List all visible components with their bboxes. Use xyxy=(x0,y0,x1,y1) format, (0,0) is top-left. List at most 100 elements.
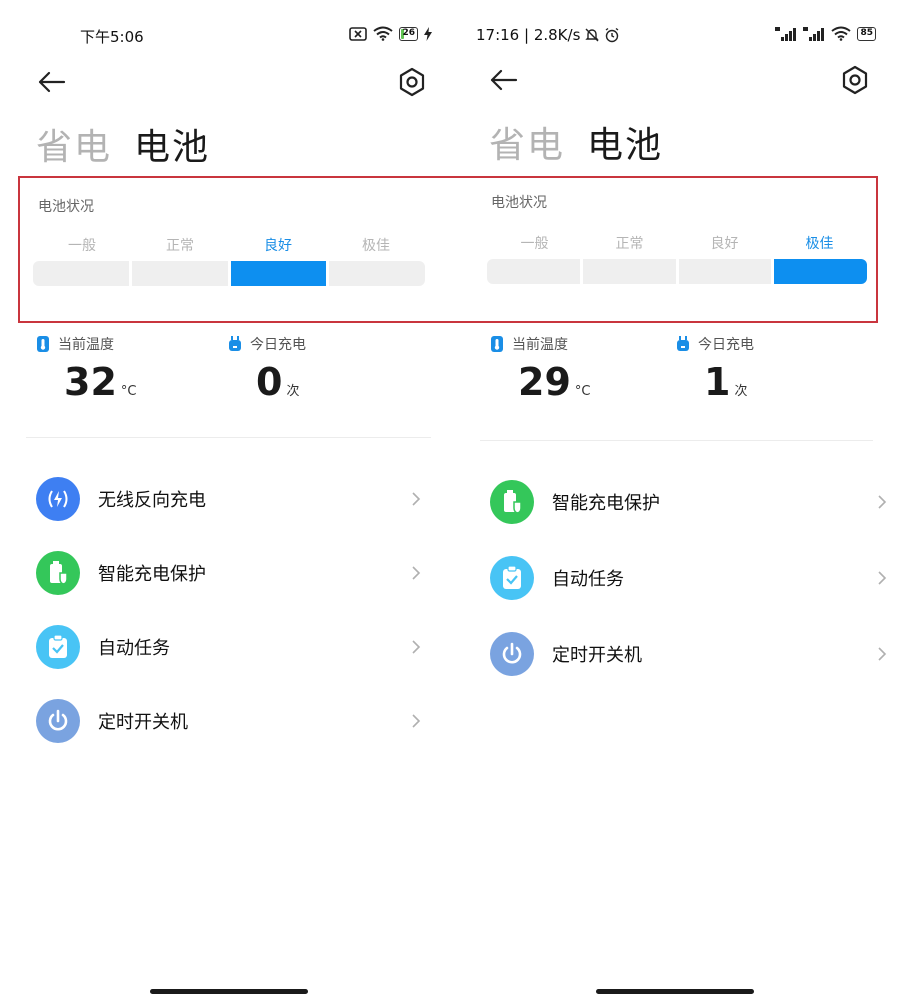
signal-hd-icon xyxy=(803,26,825,41)
bell-muted-icon xyxy=(585,28,600,42)
list-item-label: 智能充电保护 xyxy=(552,493,660,514)
thermometer-icon xyxy=(491,336,503,352)
settings-button[interactable] xyxy=(396,66,428,98)
power-icon xyxy=(490,632,534,676)
tab-battery[interactable]: 电池 xyxy=(134,118,210,170)
signal-hd-icon xyxy=(775,26,797,41)
right-phone-screen: 17:16 | 2.8K/s 85 省电 电池 电池状况 一般 正常 良好 极佳… xyxy=(450,0,900,1006)
list-item-scheduled-power[interactable]: 定时开关机 xyxy=(490,630,888,678)
thermometer-icon xyxy=(37,336,49,352)
health-level-label: 正常 xyxy=(615,236,644,252)
list-item-scheduled-power[interactable]: 定时开关机 xyxy=(36,697,422,745)
health-level-bar xyxy=(487,259,867,284)
health-level-label: 极佳 xyxy=(805,236,834,252)
tab-power-saving[interactable]: 省电 xyxy=(36,118,112,170)
clipboard-check-icon xyxy=(490,556,534,600)
wifi-icon xyxy=(831,26,852,41)
charges-today: 今日充电 1 次 xyxy=(676,334,754,404)
chevron-right-icon xyxy=(412,566,421,580)
wifi-icon xyxy=(373,26,394,41)
charges-today: 今日充电 0 次 xyxy=(228,334,306,404)
chevron-right-icon xyxy=(412,714,421,728)
settings-button[interactable] xyxy=(839,64,871,96)
battery-shield-icon xyxy=(36,551,80,595)
list-item-label: 自动任务 xyxy=(552,569,624,590)
list-item-label: 智能充电保护 xyxy=(98,564,206,585)
temperature-unit: °C xyxy=(574,384,591,399)
health-level-label: 良好 xyxy=(710,236,739,252)
home-indicator[interactable] xyxy=(596,989,754,994)
plug-icon xyxy=(677,336,689,351)
battery-icon: 26 xyxy=(399,26,418,41)
charge-count-value: 0 xyxy=(256,360,283,404)
status-time: 下午5:06 xyxy=(80,28,144,46)
gear-icon xyxy=(399,67,425,97)
home-indicator[interactable] xyxy=(150,989,308,994)
battery-health-label: 电池状况 xyxy=(38,199,94,215)
current-temperature: 当前温度 29 °C xyxy=(490,334,590,404)
clipboard-check-icon xyxy=(36,625,80,669)
battery-level: 85 xyxy=(860,28,873,38)
list-item-auto-tasks[interactable]: 自动任务 xyxy=(490,554,888,602)
health-level-segment xyxy=(678,259,772,284)
temperature-label: 当前温度 xyxy=(512,337,568,353)
health-level-label: 良好 xyxy=(264,238,292,254)
health-level-bar xyxy=(33,261,425,286)
health-level-segment xyxy=(487,259,580,284)
health-level-label: 一般 xyxy=(520,236,549,252)
temperature-value: 32 xyxy=(64,360,117,404)
alarm-icon xyxy=(605,27,619,43)
charge-count-value: 1 xyxy=(704,360,731,404)
list-item-smart-charge-protection[interactable]: 智能充电保护 xyxy=(490,478,888,526)
battery-level: 26 xyxy=(402,28,415,38)
list-item-label: 无线反向充电 xyxy=(98,490,206,511)
battery-icon: 85 xyxy=(857,26,876,41)
divider xyxy=(480,440,873,441)
charge-count-label: 今日充电 xyxy=(250,337,306,353)
status-bar: 17:16 | 2.8K/s 85 xyxy=(450,24,900,48)
health-level-labels: 一般 正常 良好 极佳 xyxy=(33,235,425,255)
battery-health-label: 电池状况 xyxy=(491,195,547,211)
health-level-segment xyxy=(774,259,867,284)
health-level-label: 正常 xyxy=(166,238,194,254)
status-bar: 下午5:06 26 xyxy=(0,24,450,48)
temperature-value: 29 xyxy=(518,360,571,404)
list-item-smart-charge-protection[interactable]: 智能充电保护 xyxy=(36,549,422,597)
health-level-label: 极佳 xyxy=(362,238,390,254)
wireless-charge-icon xyxy=(36,477,80,521)
back-button[interactable] xyxy=(36,66,68,98)
temperature-unit: °C xyxy=(120,384,137,399)
arrow-left-icon xyxy=(490,69,518,91)
health-level-segment xyxy=(33,261,129,286)
health-level-segment xyxy=(131,261,228,286)
divider xyxy=(26,437,431,438)
temperature-label: 当前温度 xyxy=(58,337,114,353)
chevron-right-icon xyxy=(412,492,421,506)
back-button[interactable] xyxy=(488,66,520,98)
list-item-auto-tasks[interactable]: 自动任务 xyxy=(36,623,422,671)
chevron-right-icon xyxy=(878,647,887,661)
chevron-right-icon xyxy=(878,571,887,585)
list-item-label: 自动任务 xyxy=(98,638,170,659)
status-icons: 26 xyxy=(349,26,432,41)
current-temperature: 当前温度 32 °C xyxy=(36,334,136,404)
arrow-left-icon xyxy=(38,71,66,93)
list-item-label: 定时开关机 xyxy=(552,645,642,666)
tab-power-saving[interactable]: 省电 xyxy=(489,116,565,168)
gear-icon xyxy=(842,65,868,95)
charge-count-label: 今日充电 xyxy=(698,337,754,353)
battery-shield-icon xyxy=(490,480,534,524)
left-phone-screen: 下午5:06 26 省电 电池 电池状况 一般 正常 良好 极佳 当前温度 32… xyxy=(0,0,450,1006)
health-level-segment xyxy=(230,261,327,286)
status-icons: 85 xyxy=(775,26,876,41)
tab-battery[interactable]: 电池 xyxy=(587,116,663,168)
chevron-right-icon xyxy=(878,495,887,509)
charge-count-unit: 次 xyxy=(286,384,300,399)
charging-bolt-icon xyxy=(424,26,432,41)
plug-icon xyxy=(229,336,241,351)
health-level-segment xyxy=(582,259,676,284)
list-item-label: 定时开关机 xyxy=(98,712,188,733)
health-level-label: 一般 xyxy=(68,238,96,254)
health-level-segment xyxy=(329,261,425,286)
list-item-wireless-reverse-charging[interactable]: 无线反向充电 xyxy=(36,475,422,523)
